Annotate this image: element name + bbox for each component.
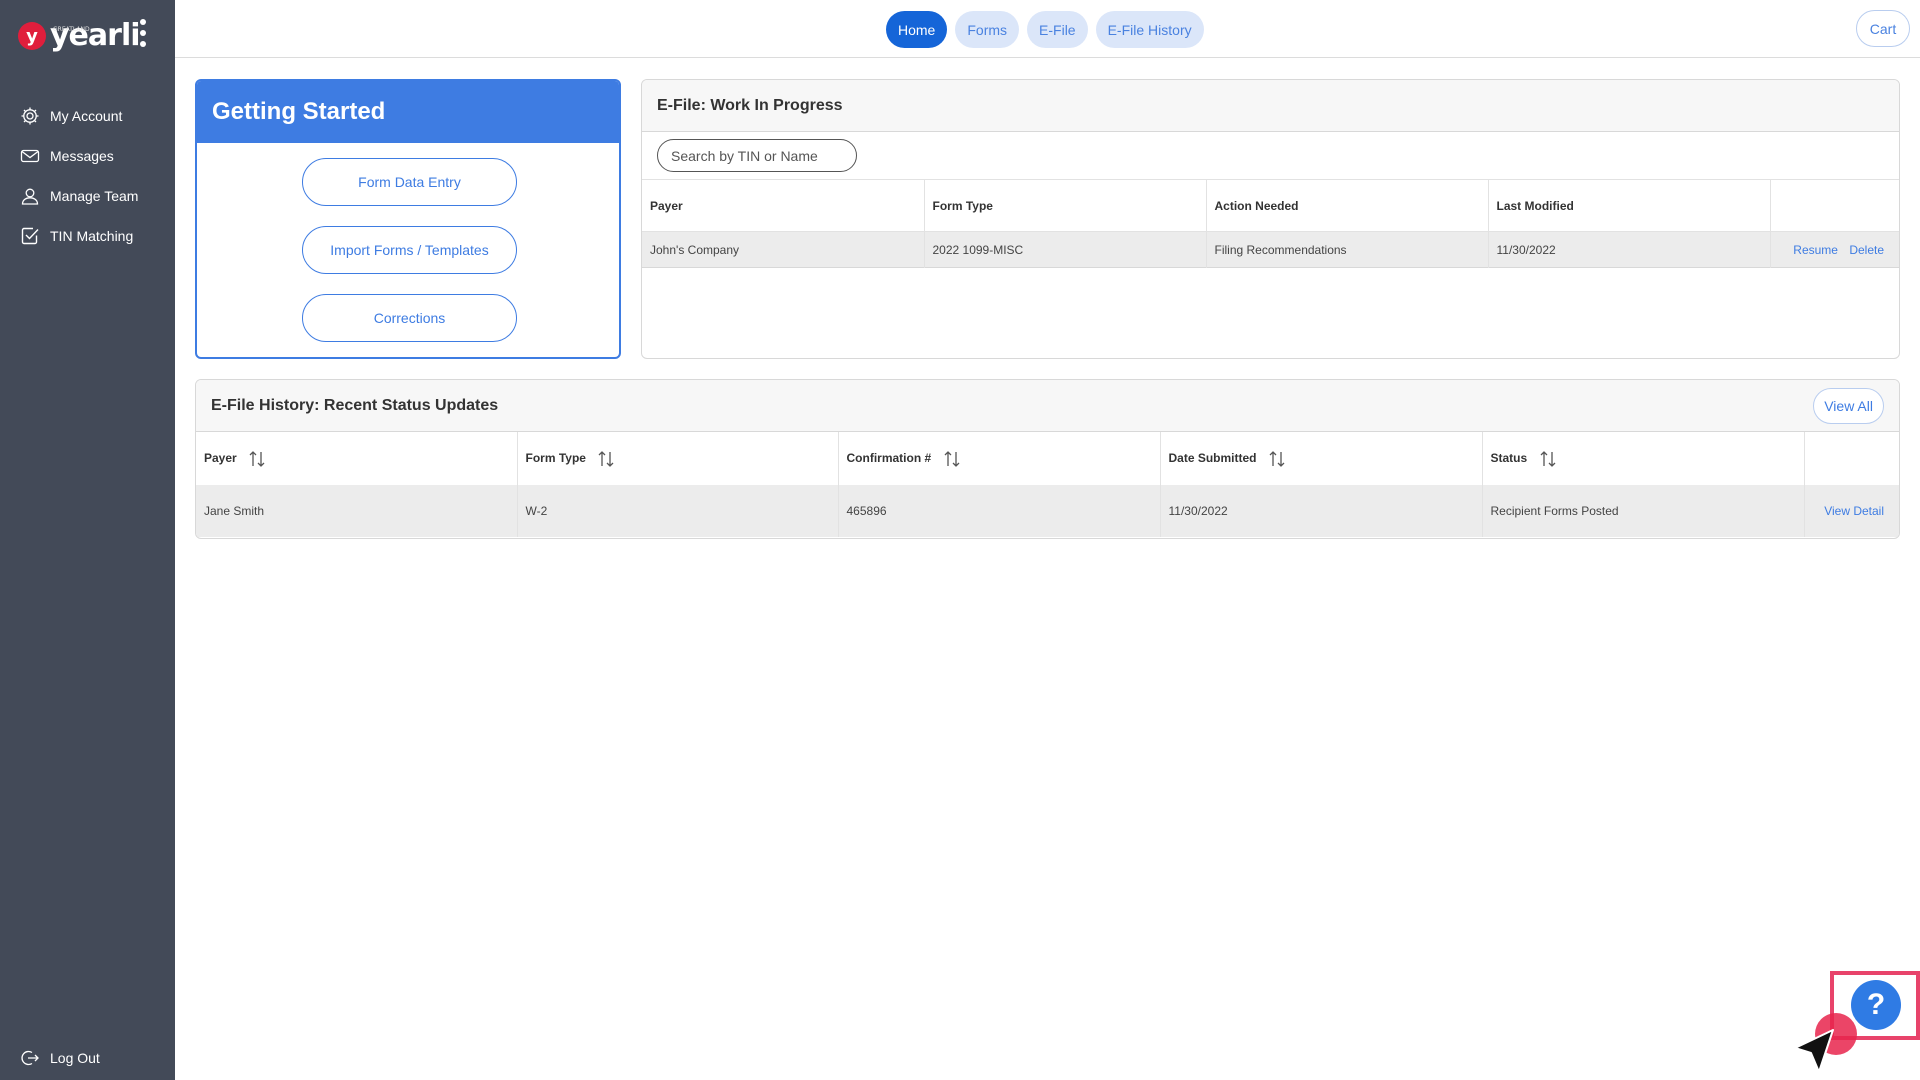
sidebar-item-label: Messages (50, 148, 114, 164)
getting-started-card: Getting Started Form Data Entry Import F… (195, 79, 621, 359)
cell-last-modified: 11/30/2022 (1488, 231, 1771, 268)
getting-started-title: Getting Started (197, 81, 619, 143)
sidebar-item-label: TIN Matching (50, 228, 134, 244)
main-tabs: Home Forms E-File E-File History (886, 11, 1204, 48)
column-header-payer: Payer (204, 450, 237, 465)
user-icon (21, 188, 39, 205)
tab-e-file[interactable]: E-File (1027, 11, 1088, 48)
view-all-button[interactable]: View All (1813, 388, 1884, 424)
cell-payer: John's Company (642, 231, 925, 268)
brand-logo[interactable]: y GREATLAND yearli (18, 16, 141, 56)
cell-date-submitted: 11/30/2022 (1160, 485, 1483, 537)
sort-icon[interactable] (597, 450, 615, 468)
column-header-form-type: Form Type (924, 179, 1207, 232)
cell-payer: Jane Smith (196, 485, 518, 537)
cell-actions: Resume Delete (1770, 231, 1899, 268)
mouse-pointer-icon (1794, 1029, 1834, 1073)
sidebar: y GREATLAND yearli My Account Messages M… (0, 0, 175, 1080)
import-forms-templates-button[interactable]: Import Forms / Templates (302, 226, 517, 274)
view-detail-link[interactable]: View Detail (1824, 504, 1884, 518)
sidebar-item-my-account[interactable]: My Account (0, 96, 175, 136)
more-menu-icon[interactable] (139, 19, 147, 47)
column-header-last-modified: Last Modified (1488, 179, 1771, 232)
resume-link[interactable]: Resume (1793, 243, 1838, 257)
search-input[interactable] (657, 139, 857, 172)
logout-button[interactable]: Log Out (0, 1038, 175, 1078)
work-in-progress-title: E-File: Work In Progress (642, 80, 1899, 132)
cell-form-type: 2022 1099-MISC (924, 231, 1207, 268)
work-in-progress-table: Payer Form Type Action Needed Last Modif… (642, 179, 1899, 268)
yearli-logo-icon: y (18, 22, 46, 50)
efile-history-panel: E-File History: Recent Status Updates Vi… (195, 379, 1900, 539)
corrections-button[interactable]: Corrections (302, 294, 517, 342)
tab-e-file-history[interactable]: E-File History (1095, 11, 1204, 48)
sort-icon[interactable] (1539, 450, 1557, 468)
sort-icon[interactable] (1268, 450, 1286, 468)
form-data-entry-button[interactable]: Form Data Entry (302, 158, 517, 206)
cell-form-type: W-2 (517, 485, 839, 537)
tab-home[interactable]: Home (886, 11, 948, 48)
work-in-progress-panel: E-File: Work In Progress Payer Form Type… (641, 79, 1900, 359)
help-button[interactable]: ? (1851, 980, 1901, 1030)
column-header-confirmation: Confirmation # (846, 450, 932, 465)
check-square-icon (21, 227, 39, 245)
sidebar-item-label: My Account (50, 108, 123, 124)
table-row: Jane Smith W-2 465896 11/30/2022 Recipie… (196, 485, 1899, 537)
sidebar-item-tin-matching[interactable]: TIN Matching (0, 216, 175, 256)
cell-action-needed: Filing Recommendations (1206, 231, 1489, 268)
column-header-status: Status (1490, 450, 1528, 465)
logout-icon (21, 1050, 39, 1066)
table-row: John's Company 2022 1099-MISC Filing Rec… (642, 231, 1899, 268)
column-header-actions (1770, 179, 1899, 232)
delete-link[interactable]: Delete (1849, 243, 1884, 257)
efile-history-table: Payer Form Type Confirmation # Date Subm… (196, 432, 1899, 537)
cart-button[interactable]: Cart (1856, 10, 1910, 47)
column-header-date-submitted: Date Submitted (1168, 450, 1257, 465)
sort-icon[interactable] (248, 450, 266, 468)
column-header-payer: Payer (642, 179, 925, 232)
cell-confirmation: 465896 (838, 485, 1161, 537)
brand-subtitle: GREATLAND (53, 26, 90, 33)
sidebar-item-manage-team[interactable]: Manage Team (0, 176, 175, 216)
sort-icon[interactable] (943, 450, 961, 468)
column-header-form-type: Form Type (525, 450, 586, 465)
gear-icon (21, 107, 39, 125)
efile-history-title: E-File History: Recent Status Updates (211, 396, 499, 414)
cell-status: Recipient Forms Posted (1482, 485, 1805, 537)
envelope-icon (20, 149, 40, 163)
column-header-action-needed: Action Needed (1206, 179, 1489, 232)
sidebar-item-messages[interactable]: Messages (0, 136, 175, 176)
column-header-actions (1804, 432, 1899, 485)
tab-forms[interactable]: Forms (955, 11, 1020, 48)
logout-label: Log Out (50, 1050, 100, 1066)
sidebar-nav: My Account Messages Manage Team TIN Matc… (0, 96, 175, 256)
sidebar-item-label: Manage Team (50, 188, 139, 204)
top-bar: Home Forms E-File E-File History Cart (175, 0, 1920, 58)
